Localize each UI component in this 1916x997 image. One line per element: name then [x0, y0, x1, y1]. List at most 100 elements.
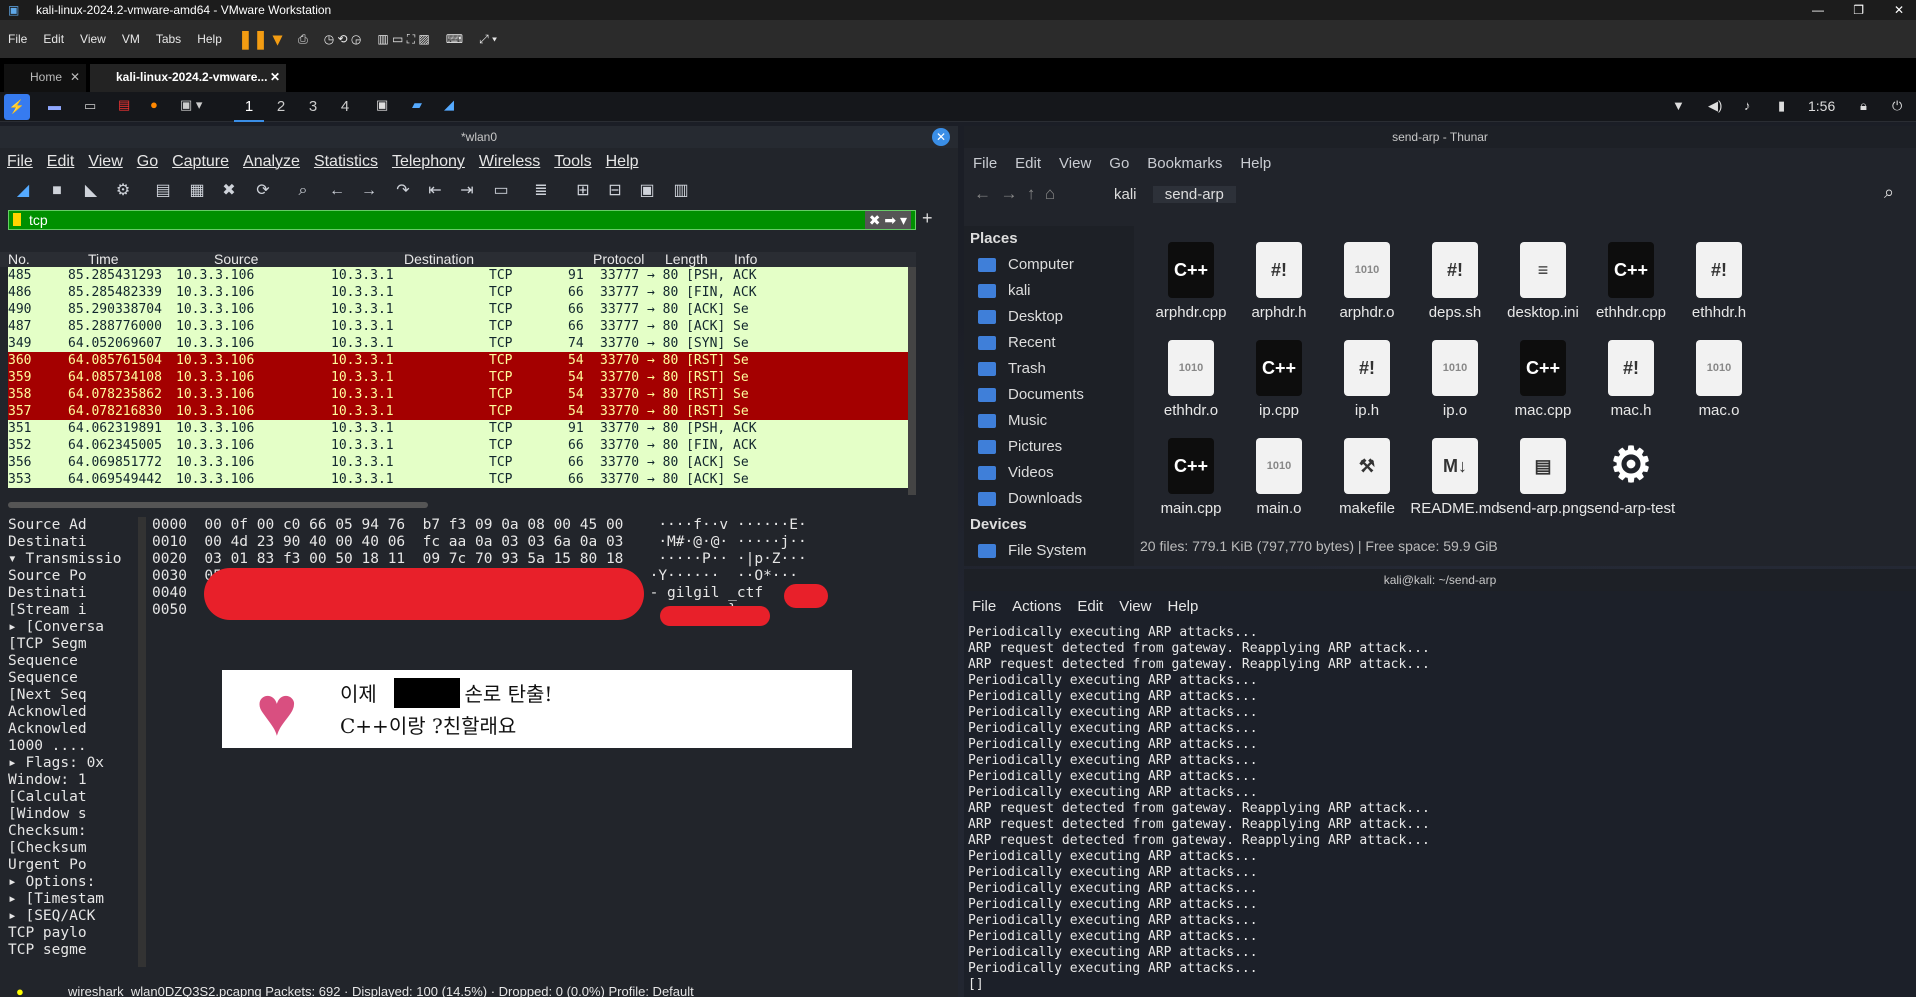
menu-help[interactable]: Help — [1231, 150, 1280, 178]
last-packet-icon[interactable]: ⇥ — [456, 180, 478, 202]
console-icon[interactable]: ⌨ — [438, 32, 471, 46]
packet-list-hscroll[interactable] — [8, 502, 428, 508]
detail-tree-item[interactable]: Source Po — [8, 568, 136, 585]
packet-row[interactable]: 359 64.085734108 10.3.3.106 10.3.3.1 TCP 54 33… — [8, 369, 908, 386]
capture-options-icon[interactable]: ⚙ — [112, 180, 134, 202]
col-protocol[interactable]: Protocol — [593, 252, 644, 267]
menu-bookmarks[interactable]: Bookmarks — [1138, 150, 1231, 178]
detail-tree-item[interactable]: Destinati — [8, 585, 136, 602]
open-file-icon[interactable]: ▤ — [152, 180, 174, 202]
close-file-icon[interactable]: ✖ — [218, 180, 240, 202]
sidebar-item-recent[interactable]: Recent — [964, 330, 1134, 356]
menu-file[interactable]: File — [964, 595, 1004, 619]
tab-home[interactable]: Home ✕ — [4, 64, 86, 92]
detail-tree-item[interactable]: Acknowled — [8, 721, 136, 738]
sidebar-item-downloads[interactable]: Downloads — [964, 486, 1134, 512]
detail-tree-item[interactable]: Window: 1 — [8, 772, 136, 789]
detail-tree-item[interactable]: 1000 .... — [8, 738, 136, 755]
search-icon[interactable]: ⌕ — [1884, 182, 1894, 203]
task-terminal-icon[interactable]: ▣ — [376, 97, 388, 113]
packet-row[interactable]: 351 64.062319891 10.3.3.106 10.3.3.1 TCP 91 33… — [8, 420, 908, 437]
sidebar-item-desktop[interactable]: Desktop — [964, 304, 1134, 330]
restart-capture-icon[interactable]: ◣ — [80, 180, 102, 202]
menu-wireless[interactable]: Wireless — [472, 150, 547, 174]
resize-columns-icon[interactable]: ▥ — [670, 180, 692, 202]
network-icon[interactable]: ▼ — [1672, 98, 1685, 113]
file-item[interactable]: ▤ send-arp.png — [1498, 438, 1588, 517]
view-icons[interactable]: ▥ ▭ ⛶ ▨ — [369, 32, 437, 47]
pause-icon[interactable]: ❚❚ ▾ — [230, 29, 290, 50]
save-file-icon[interactable]: ▦ — [186, 180, 208, 202]
terminal-icon[interactable]: ▣ ▾ — [180, 97, 202, 113]
detail-tree-item[interactable]: TCP paylo — [8, 925, 136, 942]
menu-help[interactable]: Help — [189, 32, 230, 46]
up-icon[interactable]: ↑ — [1027, 184, 1036, 203]
detail-tree-item[interactable]: ▾ Transmissio — [8, 551, 136, 568]
bookmark-icon[interactable] — [13, 213, 21, 226]
firefox-icon[interactable]: ● — [150, 97, 158, 112]
battery-icon[interactable]: ▮ — [1778, 98, 1785, 114]
menu-view[interactable]: View — [72, 32, 114, 46]
file-item[interactable]: 1010 main.o — [1234, 438, 1324, 517]
col-source[interactable]: Source — [214, 252, 258, 267]
menu-go[interactable]: Go — [130, 150, 165, 174]
task-wireshark-icon[interactable]: ◢ — [444, 97, 454, 113]
file-item[interactable]: C++ mac.cpp — [1498, 340, 1588, 419]
goto-packet-icon[interactable]: ↷ — [392, 180, 414, 202]
send-keys-icon[interactable]: ⎙ — [290, 32, 316, 47]
menu-file[interactable]: File — [0, 150, 40, 174]
desktop-icon[interactable]: ▬ — [48, 98, 61, 113]
col-info[interactable]: Info — [734, 252, 757, 267]
packet-row[interactable]: 486 85.285482339 10.3.3.106 10.3.3.1 TCP 66 33… — [8, 284, 908, 301]
menu-statistics[interactable]: Statistics — [307, 150, 385, 174]
file-item[interactable]: #! ethhdr.h — [1674, 242, 1764, 321]
file-item[interactable]: ⚒ makefile — [1322, 438, 1412, 517]
detail-tree-item[interactable]: ▸ [SEQ/ACK — [8, 908, 136, 925]
packet-list[interactable]: 485 85.285431293 10.3.3.106 10.3.3.1 TCP 91 33… — [8, 267, 908, 495]
tab-kali[interactable]: kali-linux-2024.2-vmware... ✕ — [90, 64, 286, 92]
reload-icon[interactable]: ⟳ — [252, 180, 274, 202]
detail-tree-item[interactable]: Sequence — [8, 653, 136, 670]
menu-analyze[interactable]: Analyze — [236, 150, 307, 174]
sidebar-item-pictures[interactable]: Pictures — [964, 434, 1134, 460]
first-packet-icon[interactable]: ⇤ — [424, 180, 446, 202]
breadcrumb-kali[interactable]: kali — [1102, 186, 1149, 203]
detail-tree-item[interactable]: ▸ [Timestam — [8, 891, 136, 908]
packet-row[interactable]: 353 64.069549442 10.3.3.106 10.3.3.1 TCP 66 33… — [8, 471, 908, 488]
close-icon[interactable]: ✕ — [270, 64, 280, 90]
menu-edit[interactable]: Edit — [1006, 150, 1050, 178]
menu-view[interactable]: View — [81, 150, 129, 174]
stretch-icon[interactable]: ⤢ ▾ — [471, 32, 505, 47]
file-item[interactable]: C++ ip.cpp — [1234, 340, 1324, 419]
file-item[interactable]: C++ main.cpp — [1146, 438, 1236, 517]
packet-row[interactable]: 487 85.288776000 10.3.3.106 10.3.3.1 TCP 66 33… — [8, 318, 908, 335]
home-icon[interactable]: ⌂ — [1045, 184, 1055, 203]
notification-icon[interactable]: ♪ — [1744, 98, 1751, 113]
file-item[interactable]: ⚙ send-arp-test — [1586, 438, 1676, 517]
packet-row[interactable]: 349 64.052069607 10.3.3.106 10.3.3.1 TCP 74 33… — [8, 335, 908, 352]
sidebar-item-computer[interactable]: Computer — [964, 252, 1134, 278]
workspace-3[interactable]: 3 — [298, 92, 328, 122]
detail-tree-item[interactable]: [TCP Segm — [8, 636, 136, 653]
detail-tree-item[interactable]: Checksum: — [8, 823, 136, 840]
sidebar-item-videos[interactable]: Videos — [964, 460, 1134, 486]
zoom-out-icon[interactable]: ⊟ — [604, 180, 626, 202]
col-no[interactable]: No. — [8, 252, 30, 267]
col-destination[interactable]: Destination — [404, 252, 474, 267]
file-item[interactable]: 1010 mac.o — [1674, 340, 1764, 419]
sidebar-item-documents[interactable]: Documents — [964, 382, 1134, 408]
lock-icon[interactable]: 🔒︎ — [1860, 98, 1867, 114]
menu-actions[interactable]: Actions — [1004, 595, 1069, 619]
forward-icon[interactable]: → — [358, 180, 380, 202]
file-item[interactable]: M↓ README.md — [1410, 438, 1500, 517]
display-filter-input[interactable]: tcp ✖ ➡ ▾ — [8, 210, 916, 230]
start-capture-icon[interactable]: ◢ — [12, 180, 34, 202]
detail-tree-item[interactable]: Source Ad — [8, 517, 136, 534]
close-icon[interactable]: ✕ — [932, 128, 950, 146]
menu-tools[interactable]: Tools — [547, 150, 598, 174]
clock[interactable]: 1:56 — [1808, 98, 1835, 114]
menu-capture[interactable]: Capture — [165, 150, 236, 174]
pdf-icon[interactable]: ▤ — [118, 97, 130, 113]
col-length[interactable]: Length — [665, 252, 708, 267]
menu-view[interactable]: View — [1111, 595, 1159, 619]
